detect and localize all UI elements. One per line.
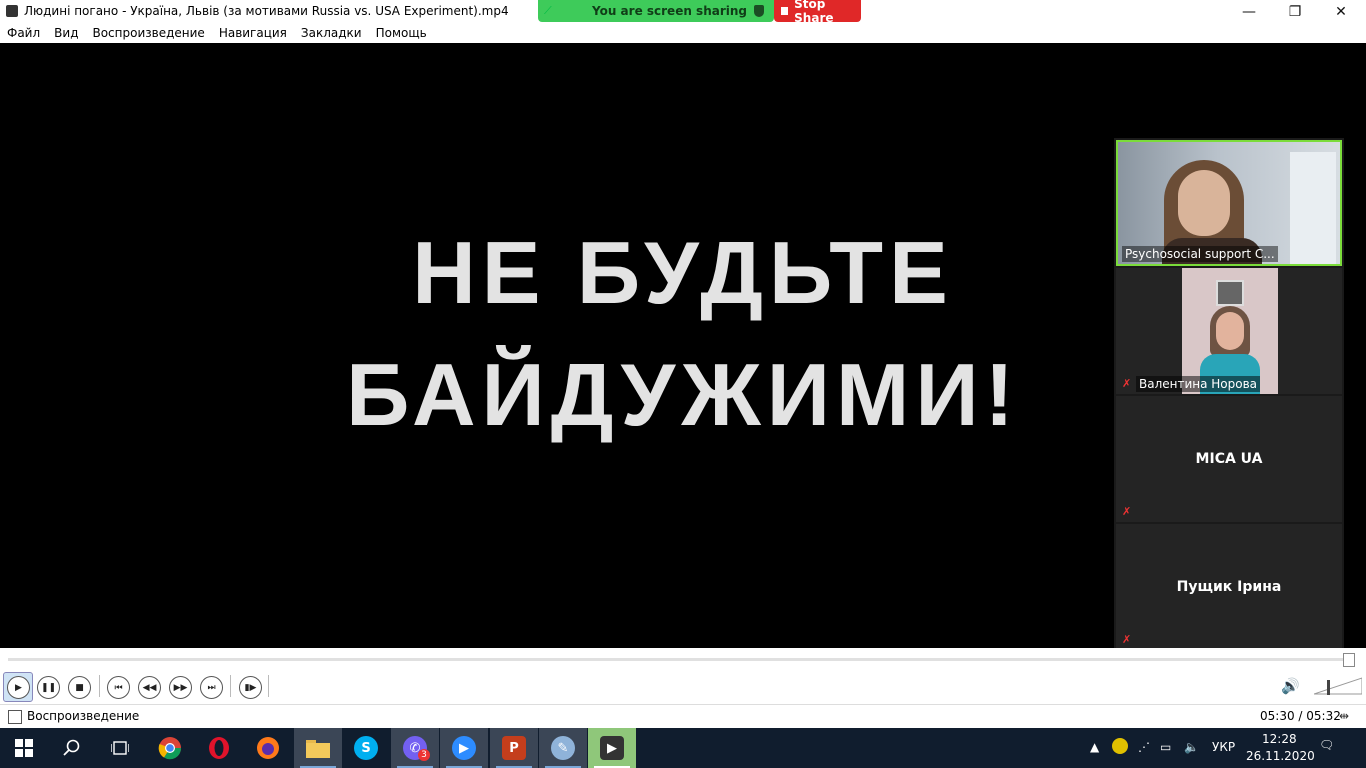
taskbar-file-explorer[interactable] xyxy=(294,728,342,768)
window-title: Людині погано - Україна, Львів (за мотив… xyxy=(24,4,509,18)
rewind-icon[interactable]: ◀◀ xyxy=(138,676,161,699)
notifications-icon[interactable]: 🗨 xyxy=(1319,738,1334,752)
notification-badge: 3 xyxy=(418,749,430,761)
firefox-icon xyxy=(257,737,279,759)
participant-name: Psychosocial support C... xyxy=(1122,246,1278,262)
separator xyxy=(99,675,100,697)
participant-tile[interactable]: ✗ Валентина Норова xyxy=(1116,268,1342,394)
skype-icon: S xyxy=(354,736,378,760)
taskbar-media-player[interactable]: ▶ xyxy=(588,728,636,768)
menu-file[interactable]: Файл xyxy=(0,26,47,40)
taskbar-paint[interactable]: ✎ xyxy=(539,728,587,768)
forward-icon[interactable]: ▶▶ xyxy=(169,676,192,699)
next-icon[interactable]: ⏭ xyxy=(200,676,223,699)
clock-time[interactable]: 12:28 xyxy=(1262,732,1297,746)
stop-share-label: Stop Share xyxy=(794,0,834,25)
whiteboard xyxy=(1290,152,1336,264)
restore-button[interactable]: ❐ xyxy=(1272,0,1318,23)
participant-tile[interactable]: Пущик Ірина ✗ xyxy=(1116,524,1342,650)
aspect-ratio-icon[interactable]: ⇹ xyxy=(1339,709,1349,723)
chrome-icon xyxy=(158,737,182,760)
task-view-icon xyxy=(111,741,129,755)
playback-status: Воспроизведение xyxy=(27,709,140,723)
taskbar-opera[interactable] xyxy=(195,728,243,768)
stop-button[interactable]: ■ xyxy=(68,676,91,699)
play-button[interactable]: ▶ xyxy=(7,676,30,699)
paint-icon: ✎ xyxy=(551,736,575,760)
person-face xyxy=(1216,312,1244,350)
menu-bar: Файл Вид Воспроизведение Навигация Закла… xyxy=(0,23,1366,43)
menu-view[interactable]: Вид xyxy=(47,26,85,40)
menu-bookmarks[interactable]: Закладки xyxy=(294,26,369,40)
person-face xyxy=(1178,170,1230,236)
participant-tile[interactable]: MICA UA ✗ xyxy=(1116,396,1342,522)
taskbar-viber[interactable]: ✆ 3 xyxy=(391,728,439,768)
muted-mic-icon: ✗ xyxy=(1122,505,1132,518)
status-icon xyxy=(8,710,22,724)
participant-name: MICA UA xyxy=(1195,451,1263,467)
seek-thumb[interactable] xyxy=(1343,653,1355,667)
taskbar-skype[interactable]: S xyxy=(342,728,390,768)
menu-navigation[interactable]: Навигация xyxy=(212,26,294,40)
battery-icon[interactable]: ▭ xyxy=(1160,740,1171,754)
search-button[interactable] xyxy=(48,728,96,768)
search-icon xyxy=(63,739,80,756)
seek-bar[interactable] xyxy=(8,658,1346,661)
share-grip-icon: ⟋ xyxy=(544,4,552,17)
stop-share-button[interactable]: Stop Share xyxy=(774,0,861,25)
taskbar-firefox[interactable] xyxy=(244,728,292,768)
media-player-icon xyxy=(6,5,18,17)
separator xyxy=(268,675,269,697)
screen-sharing-banner[interactable]: ⟋ You are screen sharing xyxy=(538,0,774,22)
minimize-button[interactable]: — xyxy=(1226,0,1272,23)
previous-icon[interactable]: ⏮ xyxy=(107,676,130,699)
stop-icon xyxy=(781,7,789,15)
task-view-button[interactable] xyxy=(96,728,144,768)
shield-icon xyxy=(754,5,764,17)
tray-app-icon[interactable] xyxy=(1112,738,1128,754)
show-hidden-icons[interactable]: ▲ xyxy=(1090,740,1099,754)
wall-picture xyxy=(1216,280,1244,306)
menu-help[interactable]: Помощь xyxy=(369,26,434,40)
frame-step-icon[interactable]: ▮▶ xyxy=(239,676,262,699)
powerpoint-icon: P xyxy=(502,736,526,760)
taskbar-zoom[interactable]: ▶ xyxy=(440,728,488,768)
zoom-icon: ▶ xyxy=(452,736,476,760)
media-player-classic-icon: ▶ xyxy=(600,736,624,760)
participant-tile[interactable]: Psychosocial support C... xyxy=(1116,140,1342,266)
participant-gallery: Psychosocial support C... ✗ Валентина Но… xyxy=(1114,138,1344,652)
muted-mic-icon: ✗ xyxy=(1122,377,1132,390)
close-button[interactable]: ✕ xyxy=(1318,0,1364,23)
clock-date[interactable]: 26.11.2020 xyxy=(1246,749,1315,763)
network-icon[interactable]: ⋰ xyxy=(1138,740,1150,754)
participant-name: Валентина Норова xyxy=(1136,376,1261,392)
taskbar-powerpoint[interactable]: P xyxy=(490,728,538,768)
time-readout: 05:30 / 05:32 xyxy=(1260,709,1341,723)
menu-playback[interactable]: Воспроизведение xyxy=(85,26,211,40)
participant-name: Пущик Ірина xyxy=(1176,579,1282,595)
pause-button[interactable]: ❚❚ xyxy=(37,676,60,699)
language-indicator[interactable]: УКР xyxy=(1212,740,1235,754)
separator xyxy=(230,675,231,697)
speaker-icon[interactable]: 🔈 xyxy=(1184,740,1199,754)
screen-sharing-status: You are screen sharing xyxy=(592,4,748,18)
volume-slider[interactable] xyxy=(1314,676,1362,696)
status-bar xyxy=(0,704,1366,729)
windows-icon xyxy=(15,739,33,757)
folder-icon xyxy=(306,740,330,758)
opera-icon xyxy=(209,737,229,759)
muted-mic-icon: ✗ xyxy=(1122,633,1132,646)
taskbar-chrome[interactable] xyxy=(146,728,194,768)
volume-icon[interactable]: 🔊 xyxy=(1281,677,1301,695)
start-button[interactable] xyxy=(0,728,48,768)
